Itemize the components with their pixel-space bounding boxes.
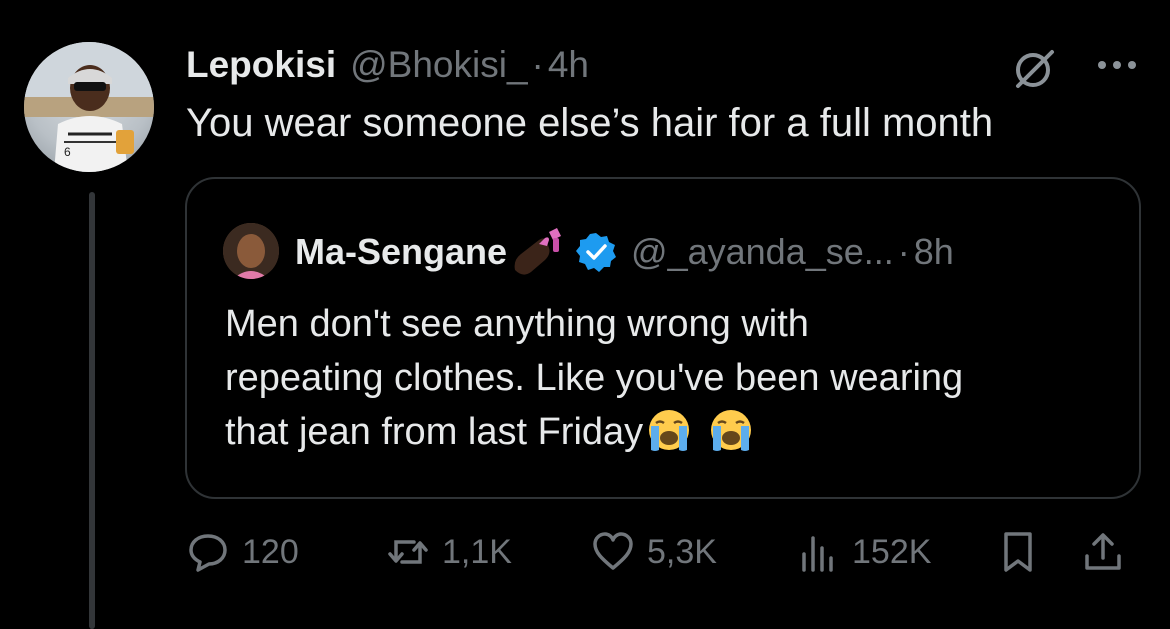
- grok-icon[interactable]: [1010, 44, 1058, 92]
- views-icon: [802, 536, 833, 572]
- author-avatar[interactable]: 6: [24, 42, 154, 172]
- tweet-header: Lepokisi @Bhokisi_ · 4h: [186, 40, 589, 90]
- loudly-crying-face-emoji: [711, 410, 752, 451]
- like-count: 5,3K: [647, 532, 717, 571]
- quoted-author-name[interactable]: Ma-Sengane: [295, 231, 507, 273]
- like-button[interactable]: 5,3K: [591, 522, 717, 582]
- quoted-separator-dot: ·: [897, 231, 910, 272]
- quoted-author-avatar[interactable]: [223, 223, 279, 279]
- tweet-text: You wear someone else’s hair for a full …: [186, 101, 994, 145]
- views-button[interactable]: 152K: [796, 522, 931, 582]
- quoted-text-line-last: that jean from last Friday: [225, 405, 1125, 459]
- heart-icon: [593, 532, 633, 570]
- quoted-author-handle[interactable]: @_ayanda_se...: [631, 231, 894, 273]
- svg-text:6: 6: [64, 145, 71, 159]
- quoted-text-line: Men don't see anything wrong with: [225, 303, 809, 345]
- action-bar: 120 1,1K 5,3K 152K: [186, 522, 1146, 582]
- share-button[interactable]: [1081, 522, 1125, 582]
- verified-badge-icon: [576, 233, 617, 272]
- tweet-time[interactable]: 4h: [548, 44, 589, 86]
- quoted-text-line: repeating clothes. Like you've been wear…: [225, 357, 964, 399]
- quoted-tweet-time[interactable]: 8h: [914, 231, 954, 273]
- author-handle[interactable]: @Bhokisi_: [350, 44, 527, 86]
- share-icon: [1085, 533, 1121, 570]
- views-count: 152K: [852, 532, 932, 571]
- repost-count: 1,1K: [442, 532, 512, 571]
- bookmark-button[interactable]: [996, 522, 1040, 582]
- reply-button[interactable]: 120: [186, 522, 299, 582]
- quoted-header: Ma-Sengane @_ayanda_se... · 8h: [295, 223, 954, 281]
- author-name[interactable]: Lepokisi: [186, 44, 336, 86]
- thread-line: [89, 192, 95, 629]
- separator-dot: ·: [531, 44, 544, 85]
- more-icon[interactable]: [1092, 50, 1142, 80]
- loudly-crying-face-emoji: [649, 410, 690, 451]
- quoted-tweet-text: Men don't see anything wrong with repeat…: [225, 297, 1125, 459]
- nail-polish-emoji: [514, 228, 562, 275]
- repost-button[interactable]: 1,1K: [386, 522, 512, 582]
- reply-icon: [189, 534, 227, 572]
- bookmark-icon: [1004, 532, 1032, 572]
- reply-count: 120: [242, 532, 299, 571]
- quoted-text-line-content: that jean from last Friday: [225, 411, 644, 453]
- quoted-tweet[interactable]: Ma-Sengane @_ayanda_se... · 8h Men don't…: [185, 177, 1141, 499]
- repost-icon: [388, 540, 428, 564]
